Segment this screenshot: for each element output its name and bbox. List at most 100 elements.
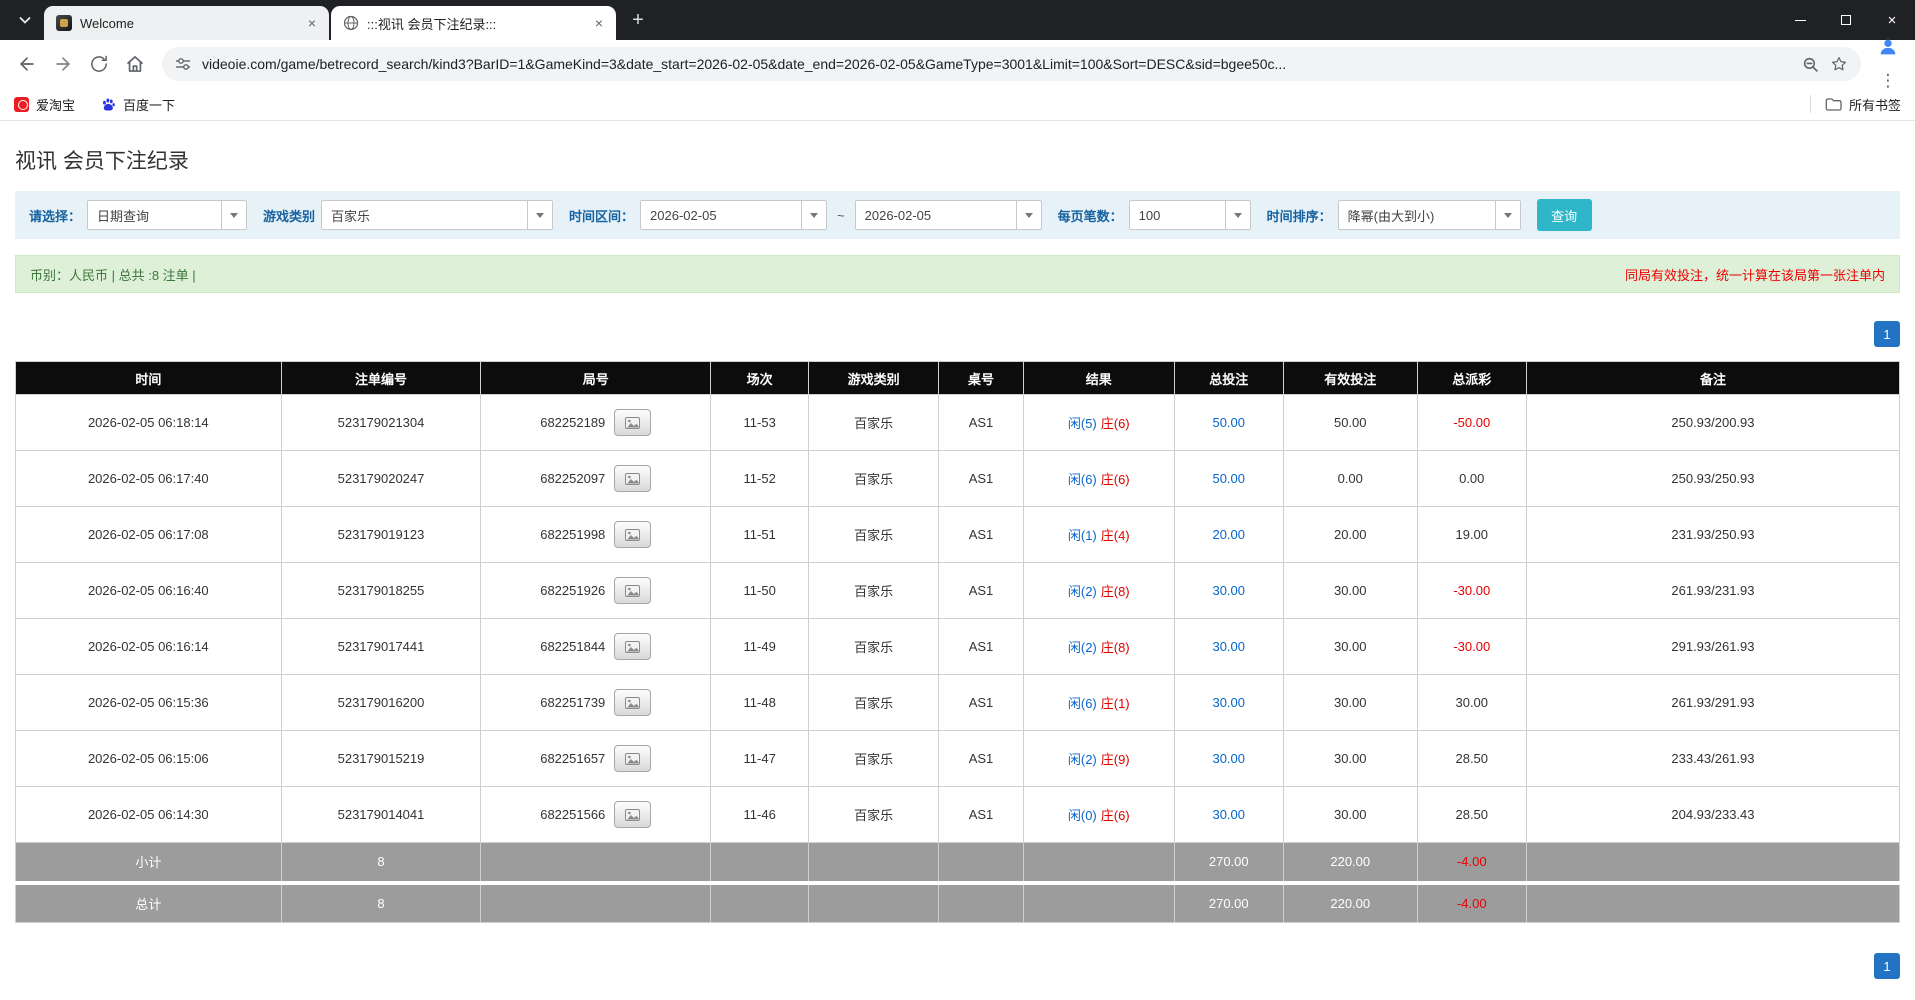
- cell-payout: -30.00: [1417, 619, 1526, 675]
- total-bet-link[interactable]: 30.00: [1212, 695, 1245, 710]
- forward-button[interactable]: [46, 47, 80, 81]
- video-replay-button[interactable]: [614, 745, 651, 772]
- minimize-button[interactable]: [1777, 0, 1823, 40]
- cell-session: 11-51: [711, 507, 809, 563]
- query-type-select[interactable]: 日期查询: [87, 200, 247, 230]
- subtotal-payout: -4.00: [1417, 843, 1526, 883]
- refresh-button[interactable]: [82, 47, 116, 81]
- home-button[interactable]: [118, 47, 152, 81]
- tab-close-icon[interactable]: ×: [590, 14, 608, 32]
- empty-cell: [711, 843, 809, 883]
- dropdown-arrow-icon: [1225, 201, 1250, 229]
- video-replay-button[interactable]: [614, 577, 651, 604]
- profile-button[interactable]: [1871, 30, 1905, 64]
- cell-total-bet: 30.00: [1174, 619, 1283, 675]
- total-valid-bet: 220.00: [1283, 883, 1417, 923]
- video-replay-button[interactable]: [614, 521, 651, 548]
- search-button[interactable]: 查询: [1537, 199, 1592, 231]
- arrow-left-icon: [17, 54, 37, 74]
- cell-game-type: 百家乐: [809, 507, 939, 563]
- video-replay-button[interactable]: [614, 801, 651, 828]
- subtotal-total-bet: 270.00: [1174, 843, 1283, 883]
- player-result: 闲(2): [1068, 640, 1097, 655]
- cell-session: 11-48: [711, 675, 809, 731]
- empty-cell: [1526, 883, 1899, 923]
- back-button[interactable]: [10, 47, 44, 81]
- banker-result: 庄(9): [1101, 752, 1130, 767]
- cell-time: 2026-02-05 06:15:36: [16, 675, 282, 731]
- currency-summary: 币别：人民币 | 总共 :8 注单 |: [30, 265, 196, 284]
- cell-result: 闲(1)庄(4): [1023, 507, 1174, 563]
- new-tab-button[interactable]: +: [624, 6, 652, 34]
- bookmarks-bar: 爱淘宝 百度一下 所有书签: [0, 88, 1915, 121]
- cell-valid-bet: 30.00: [1283, 731, 1417, 787]
- per-page-select[interactable]: 100: [1129, 200, 1251, 230]
- date-end-value: 2026-02-05: [856, 201, 1016, 229]
- toolbar-right: ⋮: [1871, 30, 1905, 98]
- bookmark-star-icon[interactable]: [1830, 55, 1848, 73]
- cell-payout: 0.00: [1417, 451, 1526, 507]
- sort-value: 降幂(由大到小): [1339, 201, 1495, 229]
- close-icon: ×: [1888, 13, 1897, 28]
- game-type-select[interactable]: 百家乐: [321, 200, 553, 230]
- cell-time: 2026-02-05 06:16:40: [16, 563, 282, 619]
- cell-result: 闲(2)庄(9): [1023, 731, 1174, 787]
- tab-betrecord[interactable]: :::视讯 会员下注纪录::: ×: [331, 6, 616, 40]
- cell-payout: -30.00: [1417, 563, 1526, 619]
- pagination-bottom: 1: [15, 953, 1900, 979]
- profile-icon: [1877, 36, 1899, 58]
- cell-table: AS1: [939, 675, 1024, 731]
- menu-button[interactable]: ⋮: [1871, 64, 1905, 98]
- date-end-select[interactable]: 2026-02-05: [855, 200, 1042, 230]
- dropdown-arrow-icon: [1016, 201, 1041, 229]
- bet-record-row: 2026-02-05 06:15:36 523179016200 6822517…: [16, 675, 1900, 731]
- total-bet-link[interactable]: 20.00: [1212, 527, 1245, 542]
- total-bet-link[interactable]: 50.00: [1212, 471, 1245, 486]
- total-bet-link[interactable]: 30.00: [1212, 751, 1245, 766]
- table-body: 2026-02-05 06:18:14 523179021304 6822521…: [16, 395, 1900, 843]
- url-text[interactable]: videoie.com/game/betrecord_search/kind3?…: [202, 56, 1791, 72]
- filter-bar: 请选择： 日期查询 游戏类别 百家乐 时间区间： 2026-02-05 ~ 20…: [15, 191, 1900, 239]
- total-bet-link[interactable]: 30.00: [1212, 639, 1245, 654]
- empty-cell: [481, 843, 711, 883]
- cell-time: 2026-02-05 06:15:06: [16, 731, 282, 787]
- video-replay-button[interactable]: [614, 465, 651, 492]
- video-replay-button[interactable]: [614, 633, 651, 660]
- address-bar[interactable]: videoie.com/game/betrecord_search/kind3?…: [162, 47, 1861, 81]
- video-replay-button[interactable]: [614, 689, 651, 716]
- total-bet-link[interactable]: 50.00: [1212, 415, 1245, 430]
- bookmark-baidu[interactable]: 百度一下: [101, 95, 175, 114]
- per-page-label: 每页笔数：: [1058, 206, 1123, 225]
- cell-table: AS1: [939, 451, 1024, 507]
- total-bet-link[interactable]: 30.00: [1212, 807, 1245, 822]
- cell-valid-bet: 50.00: [1283, 395, 1417, 451]
- cell-note: 204.93/233.43: [1526, 787, 1899, 843]
- welcome-favicon-icon: [56, 15, 72, 31]
- sort-select[interactable]: 降幂(由大到小): [1338, 200, 1521, 230]
- maximize-button[interactable]: [1823, 0, 1869, 40]
- page-1-button[interactable]: 1: [1874, 953, 1900, 979]
- cell-valid-bet: 30.00: [1283, 563, 1417, 619]
- total-bet-link[interactable]: 30.00: [1212, 583, 1245, 598]
- video-replay-button[interactable]: [614, 409, 651, 436]
- bookmarks-divider: [1810, 95, 1811, 113]
- browser-toolbar: videoie.com/game/betrecord_search/kind3?…: [0, 40, 1915, 88]
- tab-welcome[interactable]: Welcome ×: [44, 6, 329, 40]
- cell-bet-number: 523179017441: [281, 619, 481, 675]
- video-icon: [625, 417, 640, 429]
- site-info-icon[interactable]: [175, 56, 191, 72]
- cell-bet-number: 523179016200: [281, 675, 481, 731]
- dropdown-arrow-icon: [801, 201, 826, 229]
- cell-bet-number: 523179015219: [281, 731, 481, 787]
- tab-close-icon[interactable]: ×: [303, 14, 321, 32]
- all-bookmarks-button[interactable]: 所有书签: [1825, 95, 1901, 114]
- tab-search-button[interactable]: [10, 5, 40, 35]
- cell-round: 682251844: [481, 619, 711, 675]
- banker-result: 庄(6): [1101, 472, 1130, 487]
- page-1-button[interactable]: 1: [1874, 321, 1900, 347]
- page-title: 视讯 会员下注纪录: [15, 145, 1900, 175]
- bookmark-aitaobao[interactable]: 爱淘宝: [14, 95, 75, 114]
- zoom-icon[interactable]: [1802, 56, 1819, 73]
- date-start-select[interactable]: 2026-02-05: [640, 200, 827, 230]
- cell-total-bet: 30.00: [1174, 675, 1283, 731]
